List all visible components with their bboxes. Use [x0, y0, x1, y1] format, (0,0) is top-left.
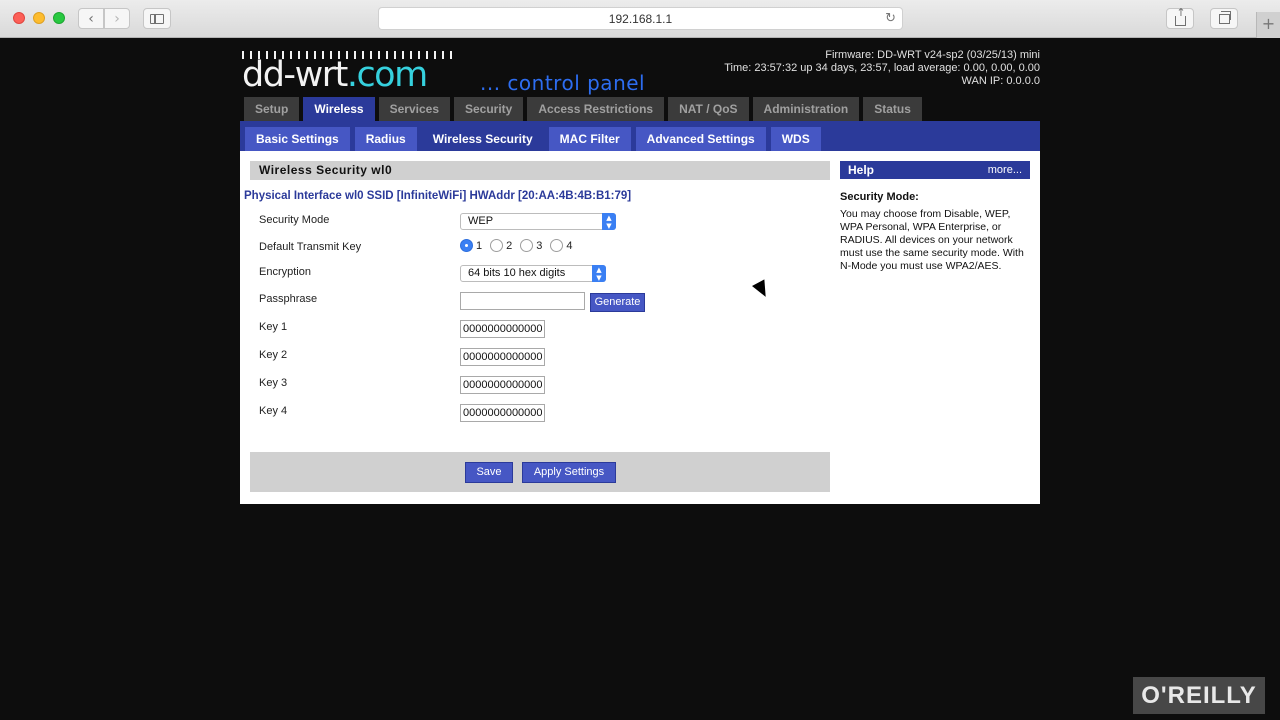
back-button[interactable]: ‹ [78, 8, 104, 29]
radio-icon[interactable] [520, 239, 534, 252]
passphrase-input[interactable] [460, 292, 585, 310]
security-mode-label: Security Mode [259, 214, 330, 226]
subtab-wireless-security[interactable]: Wireless Security [421, 127, 544, 151]
key1-input[interactable] [460, 320, 545, 338]
subtab-radius[interactable]: Radius [354, 127, 417, 151]
sidebar-icon [150, 13, 164, 24]
window-maximize-button[interactable] [53, 12, 65, 24]
new-tab-button[interactable]: + [1256, 12, 1280, 38]
subtab-basic-settings[interactable]: Basic Settings [245, 127, 350, 151]
save-button[interactable]: Save [465, 462, 513, 483]
firmware-info: Firmware: DD-WRT v24-sp2 (03/25/13) mini… [724, 49, 1040, 88]
ddwrt-logo: dd-wrt.com ... control panel [242, 49, 672, 101]
tab-services[interactable]: Services [378, 97, 450, 121]
page: dd-wrt.com ... control panel Firmware: D… [0, 39, 1280, 720]
interface-info: Physical Interface wl0 SSID [InfiniteWiF… [244, 190, 632, 202]
oreilly-watermark: O'REILLY [1133, 677, 1265, 714]
select-arrows-icon: ▲ ▼ [602, 213, 616, 230]
subtab-advanced-settings[interactable]: Advanced Settings [635, 127, 766, 151]
logo-tagline: ... control panel [480, 71, 646, 95]
generate-button[interactable]: Generate [590, 293, 645, 312]
tab-administration[interactable]: Administration [752, 97, 860, 121]
key3-input[interactable] [460, 376, 545, 394]
window-close-button[interactable] [13, 12, 25, 24]
tab-security[interactable]: Security [454, 97, 524, 121]
share-button[interactable] [1166, 6, 1194, 29]
key2-input[interactable] [460, 348, 545, 366]
uptime-info: Time: 23:57:32 up 34 days, 23:57, load a… [724, 62, 1040, 74]
section-title: Wireless Security wl0 [250, 161, 830, 180]
help-topic-text: You may choose from Disable, WEP, WPA Pe… [840, 208, 1024, 272]
help-panel: Help more... Security Mode: You may choo… [840, 161, 1030, 273]
default-key-radios: 1 2 3 4 [460, 239, 581, 252]
encryption-value: 64 bits 10 hex digits [468, 267, 566, 279]
tab-access-restrictions[interactable]: Access Restrictions [527, 97, 665, 121]
help-more-link[interactable]: more... [988, 161, 1022, 179]
select-arrows-icon: ▲ ▼ [592, 265, 606, 282]
form-actions-bar: Save Apply Settings [250, 452, 830, 492]
security-mode-select[interactable]: WEP ▲ ▼ [460, 213, 616, 230]
key1-label: Key 1 [259, 321, 288, 333]
tab-status[interactable]: Status [863, 97, 922, 121]
chevron-left-icon: ‹ [88, 10, 94, 27]
url-text: 192.168.1.1 [608, 12, 673, 26]
encryption-select[interactable]: 64 bits 10 hex digits ▲ ▼ [460, 265, 606, 282]
content-panel: Wireless Security wl0 Physical Interface… [240, 151, 1040, 504]
subtab-wds[interactable]: WDS [770, 127, 821, 151]
security-mode-value: WEP [468, 215, 494, 227]
tab-nat-qos[interactable]: NAT / QoS [668, 97, 749, 121]
key2-label: Key 2 [259, 349, 288, 361]
help-header: Help more... [840, 161, 1030, 179]
tab-wireless[interactable]: Wireless [303, 97, 375, 122]
tabs-icon [1218, 10, 1231, 24]
radio-icon[interactable] [490, 239, 504, 252]
main-nav: Setup Wireless Services Security Access … [244, 97, 922, 122]
firmware-version: Firmware: DD-WRT v24-sp2 (03/25/13) mini [825, 49, 1040, 61]
passphrase-label: Passphrase [259, 293, 318, 305]
radio-checked-icon[interactable] [460, 239, 473, 252]
default-key-option-3[interactable]: 3 [520, 239, 542, 252]
chevron-right-icon: › [114, 10, 120, 27]
sidebar-toggle-button[interactable] [143, 8, 171, 29]
default-key-label: Default Transmit Key [259, 241, 362, 253]
default-key-option-1[interactable]: 1 [460, 239, 482, 252]
key4-label: Key 4 [259, 405, 288, 417]
default-key-option-4[interactable]: 4 [550, 239, 573, 252]
subtab-mac-filter[interactable]: MAC Filter [548, 127, 631, 151]
address-bar[interactable]: 192.168.1.1 ↻ [378, 7, 903, 30]
apply-settings-button[interactable]: Apply Settings [522, 462, 616, 483]
logo-wordmark: dd-wrt.com [242, 55, 428, 95]
tab-setup[interactable]: Setup [244, 97, 300, 121]
browser-toolbar: ‹ › 192.168.1.1 ↻ + [0, 0, 1280, 38]
share-icon [1174, 6, 1187, 26]
wan-ip: WAN IP: 0.0.0.0 [961, 75, 1040, 87]
radio-icon[interactable] [550, 239, 564, 252]
help-title-label: Help [848, 163, 875, 177]
key3-label: Key 3 [259, 377, 288, 389]
sub-nav-bar: Basic Settings Radius Wireless Security … [240, 121, 1040, 151]
reload-icon[interactable]: ↻ [885, 8, 896, 30]
sub-nav: Basic Settings Radius Wireless Security … [245, 127, 821, 151]
encryption-label: Encryption [259, 266, 311, 278]
forward-button[interactable]: › [104, 8, 130, 29]
tab-overview-button[interactable] [1210, 8, 1238, 29]
help-topic-title: Security Mode: [840, 191, 919, 203]
key4-input[interactable] [460, 404, 545, 422]
window-minimize-button[interactable] [33, 12, 45, 24]
default-key-option-2[interactable]: 2 [490, 239, 512, 252]
